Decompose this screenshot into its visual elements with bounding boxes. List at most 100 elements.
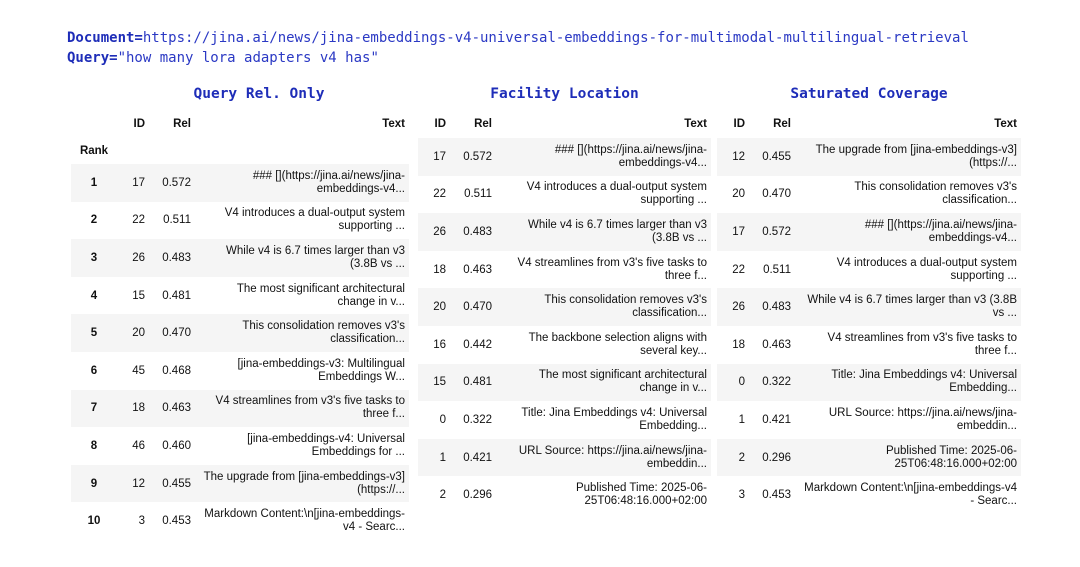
text-cell: This consolidation removes v3's classifi… xyxy=(496,288,711,326)
rel-cell: 0.572 xyxy=(450,138,496,176)
id-cell: 22 xyxy=(117,201,149,240)
table-row: 0 0.322 Title: Jina Embeddings v4: Univers… xyxy=(418,401,711,439)
id-column-header: ID xyxy=(717,110,749,138)
text-cell: V4 streamlines from v3's five tasks to t… xyxy=(496,250,711,289)
rank-cell: 7 xyxy=(71,389,117,428)
results-table: ID Rel Text 12 0.455 The upgrade from [jina-e… xyxy=(717,110,1021,514)
query-header: Document=https://jina.ai/news/jina-embed… xyxy=(67,28,969,68)
empty-cell xyxy=(195,138,409,164)
table-row: 20 0.470 This consolidation removes v3's c… xyxy=(418,288,711,326)
table-row: 7 18 0.463 V4 streamlines from v3's five ta… xyxy=(71,389,409,428)
rank-cell: 5 xyxy=(71,314,117,352)
table-row: 17 0.572 ### [](https://jina.ai/news/jina-… xyxy=(717,213,1021,251)
table-row: 2 0.296 Published Time: 2025-06-25T06:48:1… xyxy=(418,476,711,514)
rank-cell: 9 xyxy=(71,464,117,503)
text-column-header: Text xyxy=(496,110,711,138)
rel-cell: 0.322 xyxy=(450,401,496,439)
text-cell: [jina-embeddings-v3: Multilingual Embedd… xyxy=(195,351,409,390)
text-cell: Markdown Content:\n[jina-embeddings-v4 -… xyxy=(795,476,1021,514)
text-cell: The upgrade from [jina-embeddings-v3](ht… xyxy=(795,138,1021,176)
results-block-2: Facility Location ID Rel Text 17 0.572 ### [](… xyxy=(418,83,711,514)
table-row: 4 15 0.481 The most significant architectur… xyxy=(71,276,409,315)
id-cell: 15 xyxy=(418,363,450,402)
query-key: Query= xyxy=(67,50,118,66)
text-cell: [jina-embeddings-v4: Universal Embedding… xyxy=(195,427,409,465)
id-cell: 26 xyxy=(418,213,450,251)
rel-cell: 0.463 xyxy=(749,325,795,364)
id-cell: 22 xyxy=(717,250,749,289)
table-row: 1 17 0.572 ### [](https://jina.ai/news/jina… xyxy=(71,164,409,202)
id-cell: 12 xyxy=(717,138,749,176)
rel-cell: 0.296 xyxy=(749,438,795,477)
empty-cell xyxy=(149,138,195,164)
id-cell: 26 xyxy=(717,288,749,326)
table-row: 22 0.511 V4 introduces a dual-output syste… xyxy=(418,175,711,214)
results-table: ID Rel Text 17 0.572 ### [](https://jina.ai/n… xyxy=(418,110,711,514)
table-header-row: ID Rel Text xyxy=(71,110,409,138)
text-cell: ### [](https://jina.ai/news/jina-embeddi… xyxy=(496,138,711,176)
rel-cell: 0.463 xyxy=(450,250,496,289)
id-column-header: ID xyxy=(418,110,450,138)
text-cell: V4 introduces a dual-output system suppo… xyxy=(496,175,711,214)
document-line: Document=https://jina.ai/news/jina-embed… xyxy=(67,28,969,48)
table-row: 2 22 0.511 V4 introduces a dual-output syst… xyxy=(71,201,409,240)
table-row: 12 0.455 The upgrade from [jina-embeddings… xyxy=(717,138,1021,176)
block-title: Facility Location xyxy=(490,86,639,102)
rel-cell: 0.470 xyxy=(450,288,496,326)
empty-cell xyxy=(117,138,149,164)
text-cell: Published Time: 2025-06-25T06:48:16.000+… xyxy=(496,476,711,514)
rel-cell: 0.483 xyxy=(749,288,795,326)
text-cell: Title: Jina Embeddings v4: Universal Emb… xyxy=(496,401,711,439)
rel-cell: 0.481 xyxy=(149,276,195,315)
table-subheader-row: Rank xyxy=(71,138,409,164)
rank-cell: 10 xyxy=(71,502,117,540)
id-cell: 46 xyxy=(117,427,149,465)
text-cell: This consolidation removes v3's classifi… xyxy=(195,314,409,352)
rank-cell: 6 xyxy=(71,351,117,390)
text-cell: V4 introduces a dual-output system suppo… xyxy=(795,250,1021,289)
rel-cell: 0.470 xyxy=(749,175,795,214)
id-cell: 2 xyxy=(418,476,450,514)
rank-cell: 3 xyxy=(71,239,117,277)
text-cell: The most significant architectural chang… xyxy=(496,363,711,402)
text-cell: V4 streamlines from v3's five tasks to t… xyxy=(795,325,1021,364)
query-line: Query="how many lora adapters v4 has" xyxy=(67,48,969,68)
id-cell: 3 xyxy=(117,502,149,540)
rel-cell: 0.421 xyxy=(450,438,496,477)
text-cell: Title: Jina Embeddings v4: Universal Emb… xyxy=(795,363,1021,402)
text-cell: ### [](https://jina.ai/news/jina-embeddi… xyxy=(195,164,409,202)
rel-cell: 0.460 xyxy=(149,427,195,465)
table-row: 2 0.296 Published Time: 2025-06-25T06:48:1… xyxy=(717,438,1021,477)
results-block-3: Saturated Coverage ID Rel Text 12 0.455 The up… xyxy=(717,83,1021,514)
table-row: 18 0.463 V4 streamlines from v3's five tas… xyxy=(418,250,711,289)
rel-column-header: Rel xyxy=(149,110,195,138)
text-cell: The upgrade from [jina-embeddings-v3](ht… xyxy=(195,464,409,503)
rank-cell: 8 xyxy=(71,427,117,465)
table-row: 3 0.453 Markdown Content:\n[jina-embedding… xyxy=(717,476,1021,514)
rel-cell: 0.453 xyxy=(149,502,195,540)
text-cell: Published Time: 2025-06-25T06:48:16.000+… xyxy=(795,438,1021,477)
id-column-header: ID xyxy=(117,110,149,138)
rank-cell: 2 xyxy=(71,201,117,240)
rank-cell: 1 xyxy=(71,164,117,202)
id-cell: 15 xyxy=(117,276,149,315)
rank-header-spacer xyxy=(71,110,117,138)
rel-cell: 0.511 xyxy=(450,175,496,214)
id-cell: 18 xyxy=(117,389,149,428)
id-cell: 16 xyxy=(418,325,450,364)
id-cell: 0 xyxy=(418,401,450,439)
rel-cell: 0.453 xyxy=(749,476,795,514)
table-row: 18 0.463 V4 streamlines from v3's five tas… xyxy=(717,325,1021,364)
results-block-1: Query Rel. Only ID Rel Text Rank 1 17 0.572 ### … xyxy=(71,83,409,540)
document-key: Document= xyxy=(67,30,143,46)
table-row: 0 0.322 Title: Jina Embeddings v4: Univers… xyxy=(717,363,1021,402)
table-header-row: ID Rel Text xyxy=(717,110,1021,138)
rel-cell: 0.455 xyxy=(749,138,795,176)
text-cell: V4 streamlines from v3's five tasks to t… xyxy=(195,389,409,428)
rel-cell: 0.442 xyxy=(450,325,496,364)
table-row: 15 0.481 The most significant architectura… xyxy=(418,363,711,402)
rel-cell: 0.481 xyxy=(450,363,496,402)
text-cell: Markdown Content:\n[jina-embeddings-v4 -… xyxy=(195,502,409,540)
table-row: 8 46 0.460 [jina-embeddings-v4: Universal E… xyxy=(71,427,409,465)
block-title: Query Rel. Only xyxy=(193,86,325,102)
